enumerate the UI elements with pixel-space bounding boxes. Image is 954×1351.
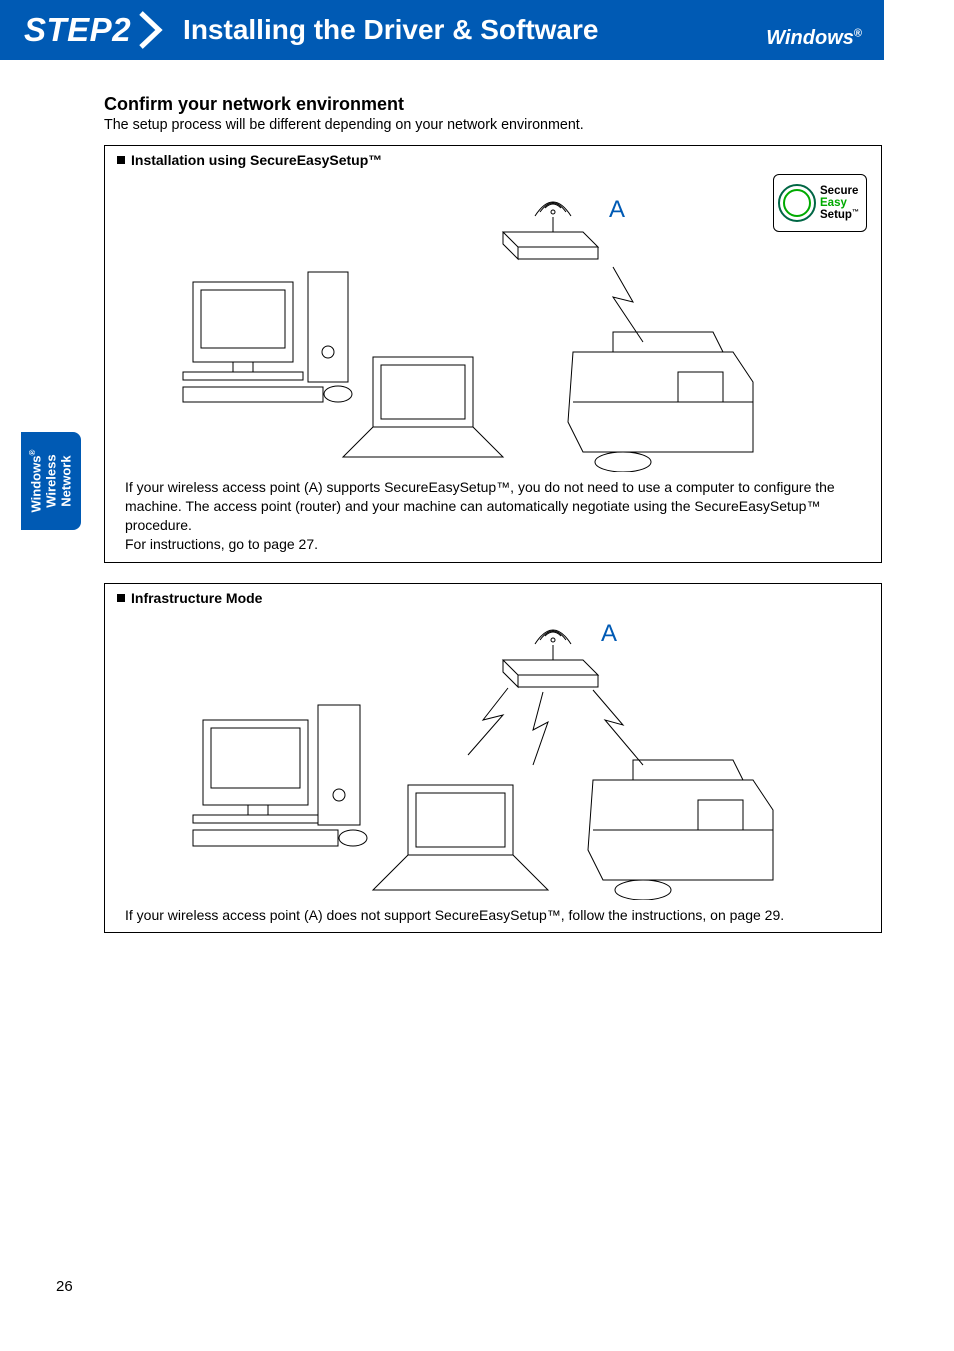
body-line: If your wireless access point (A) suppor… — [125, 478, 861, 497]
page-header: STEP2 Installing the Driver & Software W… — [0, 0, 884, 60]
diagram-artwork-icon — [113, 610, 873, 900]
content-area: Confirm your network environment The set… — [0, 60, 954, 933]
box-title: Installation using SecureEasySetup™ — [131, 152, 382, 168]
box-title-row: Infrastructure Mode — [113, 590, 873, 606]
page-number: 26 — [56, 1278, 73, 1295]
box-secure-easy-setup: Installation using SecureEasySetup™ Secu… — [104, 145, 882, 563]
body-line: machine. The access point (router) and y… — [125, 497, 861, 516]
body-line: If your wireless access point (A) does n… — [125, 906, 861, 925]
box-body: If your wireless access point (A) does n… — [113, 906, 873, 925]
section-subtext: The setup process will be different depe… — [104, 117, 882, 133]
step-label: STEP2 — [0, 11, 131, 49]
box-title: Infrastructure Mode — [131, 590, 262, 606]
os-label: Windows® — [766, 27, 862, 50]
chevron-right-icon — [139, 11, 169, 49]
box-title-row: Installation using SecureEasySetup™ — [113, 152, 873, 168]
side-tab-text: Windows® Wireless Network — [28, 450, 74, 513]
side-tab: Windows® Wireless Network — [21, 432, 81, 530]
diagram-infrastructure: A — [113, 610, 873, 900]
box-infrastructure-mode: Infrastructure Mode A — [104, 583, 882, 934]
body-line: procedure. — [125, 516, 861, 535]
diagram-artwork-icon — [113, 172, 873, 472]
square-bullet-icon — [117, 594, 125, 602]
box-body: If your wireless access point (A) suppor… — [113, 478, 873, 554]
square-bullet-icon — [117, 156, 125, 164]
body-line: For instructions, go to page 27. — [125, 535, 861, 554]
diagram-ses: Secure Easy Setup™ A — [113, 172, 873, 472]
section-heading: Confirm your network environment — [104, 94, 882, 115]
page-title: Installing the Driver & Software — [183, 14, 598, 46]
